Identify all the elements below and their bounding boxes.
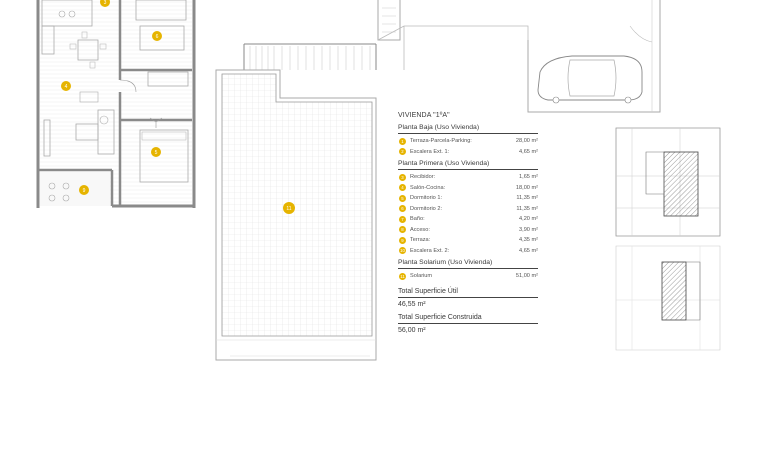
- legend-value: 4,20 m²: [519, 216, 538, 223]
- svg-text:9: 9: [83, 188, 86, 194]
- legend-value: 1,65 m²: [519, 174, 538, 181]
- room-marker-9: 9: [79, 185, 89, 195]
- legend-label: Terraza:: [410, 237, 431, 244]
- legend-value: 51,00 m²: [515, 273, 538, 280]
- legend-row: 3 Recibidor: 1,65 m²: [398, 172, 538, 183]
- legend-row: 10 Escalera Ext. 2: 4,65 m²: [398, 246, 538, 257]
- total-useful-area-value: 46,55 m²: [398, 300, 426, 308]
- legend-label: Recibidor:: [410, 174, 436, 181]
- legend-label: Escalera Ext. 2:: [410, 247, 450, 254]
- ground-floor-parking-plan: [377, 0, 661, 113]
- legend-label: Dormitorio 1:: [410, 195, 443, 202]
- total-useful-area-label: Total Superficie Útil: [398, 288, 538, 298]
- legend-row: 8 Acceso: 3,90 m²: [398, 225, 538, 236]
- legend-row: 11 Solarium 51,00 m²: [398, 271, 538, 282]
- legend-label: Solarium: [410, 273, 433, 280]
- legend-label: Escalera Ext. 1:: [410, 148, 450, 155]
- legend-row: 7 Baño: 4,20 m²: [398, 214, 538, 225]
- legend-value: 28,00 m²: [515, 138, 538, 145]
- svg-text:11: 11: [286, 206, 291, 212]
- legend-row: 1 Terraza-Parcela-Parking: 28,00 m²: [398, 136, 538, 147]
- svg-text:3: 3: [104, 0, 107, 6]
- legend-value: 4,65 m²: [519, 247, 538, 254]
- legend-marker: 11: [399, 272, 406, 280]
- legend-value: 4,65 m²: [519, 148, 538, 155]
- surfaces-legend: VIVIENDA "1ºA" Planta Baja (Uso Vivienda…: [398, 112, 538, 334]
- room-marker-5: 5: [151, 147, 161, 157]
- location-key-plan-first-floor: [615, 127, 721, 237]
- total-built-area-value: 56,00 m²: [398, 326, 426, 334]
- legend-marker: 6: [399, 205, 406, 213]
- legend-label: Baño:: [410, 216, 425, 223]
- section-heading-solarium: Planta Solarium (Uso Vivienda): [398, 259, 538, 269]
- legend-marker: 1: [399, 137, 406, 145]
- legend-row: 6 Dormitorio 2: 11,35 m²: [398, 204, 538, 215]
- legend-marker: 7: [399, 215, 406, 223]
- legend-label: Terraza-Parcela-Parking:: [410, 138, 472, 145]
- legend-marker: 5: [399, 194, 406, 202]
- legend-row: 9 Terraza: 4,35 m²: [398, 235, 538, 246]
- legend-value: 4,35 m²: [519, 237, 538, 244]
- total-built-area-label: Total Superficie Construida: [398, 314, 538, 324]
- legend-row: 5 Dormitorio 1: 11,35 m²: [398, 193, 538, 204]
- legend-label: Acceso:: [410, 226, 430, 233]
- legend-label: Salón-Cocina:: [410, 184, 446, 191]
- legend-marker: 10: [399, 247, 406, 255]
- legend-value: 3,90 m²: [519, 226, 538, 233]
- first-floor-plan: [36, 0, 196, 208]
- legend-marker: 2: [399, 148, 406, 156]
- legend-marker: 3: [399, 173, 406, 181]
- room-marker-6: 6: [152, 31, 162, 41]
- legend-row: 4 Salón-Cocina: 18,00 m²: [398, 183, 538, 194]
- solarium-plan: [215, 43, 377, 361]
- unit-title: VIVIENDA "1ºA": [398, 112, 450, 119]
- svg-text:6: 6: [156, 34, 159, 40]
- legend-marker: 4: [399, 184, 406, 192]
- legend-value: 11,35 m²: [516, 205, 538, 212]
- section-heading-ground-floor: Planta Baja (Uso Vivienda): [398, 124, 538, 134]
- legend-value: 11,35 m²: [516, 195, 538, 202]
- legend-value: 18,00 m²: [515, 184, 538, 191]
- car-icon: [537, 55, 643, 104]
- room-marker-4: 4: [61, 81, 71, 91]
- location-key-plan-solarium: [615, 245, 721, 351]
- room-marker-11: 11: [283, 202, 295, 214]
- legend-marker: 8: [399, 226, 406, 234]
- legend-marker: 9: [399, 236, 406, 244]
- svg-text:4: 4: [65, 84, 68, 90]
- section-heading-first-floor: Planta Primera (Uso Vivienda): [398, 160, 538, 170]
- legend-label: Dormitorio 2:: [410, 205, 443, 212]
- floor-plans-drawing: 3 6 4 5 9 11: [36, 0, 721, 361]
- svg-text:5: 5: [155, 150, 158, 156]
- legend-row: 2 Escalera Ext. 1: 4,65 m²: [398, 147, 538, 158]
